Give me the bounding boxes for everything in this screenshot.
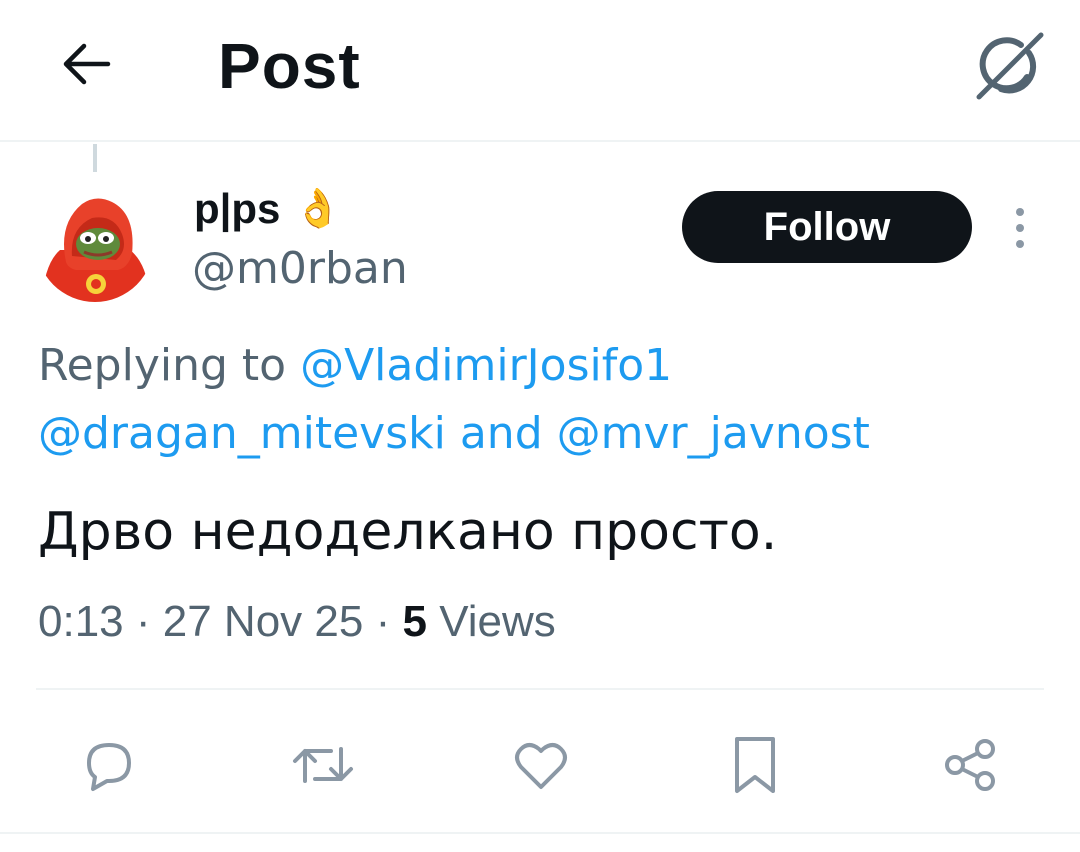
like-button[interactable] xyxy=(496,720,586,810)
thread-connector-line xyxy=(93,144,97,172)
mention-link[interactable]: @dragan_mitevski xyxy=(38,408,446,459)
back-button[interactable] xyxy=(48,26,124,102)
mention-link[interactable]: @mvr_javnost xyxy=(557,408,870,459)
more-dot-icon xyxy=(1016,224,1024,232)
divider xyxy=(36,688,1044,690)
views-label: Views xyxy=(439,597,556,646)
reply-button[interactable] xyxy=(64,720,154,810)
reply-icon xyxy=(87,743,131,791)
arrow-left-icon xyxy=(63,43,111,85)
page-title: Post xyxy=(218,30,361,102)
post-text: Дрво недоделкано просто. xyxy=(38,502,778,562)
meta-separator: · xyxy=(375,597,391,646)
mention-conjunction[interactable]: and xyxy=(460,408,543,459)
share-button[interactable] xyxy=(926,720,1016,810)
meta-separator: · xyxy=(135,597,151,646)
more-options-button[interactable] xyxy=(1000,200,1040,256)
ok-hand-emoji: 👌 xyxy=(294,188,342,230)
grok-button[interactable] xyxy=(964,20,1054,110)
repost-button[interactable] xyxy=(278,720,368,810)
replying-prefix: Replying to xyxy=(38,340,287,391)
post-metadata: 0:13 · 27 Nov 25 · 5 Views xyxy=(38,594,556,650)
more-dot-icon xyxy=(1016,240,1024,248)
post-date[interactable]: 27 Nov 25 xyxy=(163,597,364,646)
bottom-divider xyxy=(0,832,1080,834)
bookmark-icon xyxy=(735,737,775,793)
replying-to-line: Replying to @VladimirJosifo1 @dragan_mit… xyxy=(38,332,1048,468)
views-count: 5 xyxy=(402,597,427,646)
action-bar xyxy=(0,720,1080,810)
more-dot-icon xyxy=(1016,208,1024,216)
avatar[interactable] xyxy=(36,184,154,302)
post-time[interactable]: 0:13 xyxy=(38,597,124,646)
author-display-name[interactable]: p|ps 👌 xyxy=(194,184,342,234)
mention-link[interactable]: @VladimirJosifo1 xyxy=(300,340,672,391)
top-bar: Post xyxy=(0,0,1080,142)
display-name-text: p|ps xyxy=(194,185,281,232)
author-handle[interactable]: @m0rban xyxy=(192,242,408,296)
share-icon xyxy=(945,739,995,791)
like-icon xyxy=(515,743,567,789)
bookmark-button[interactable] xyxy=(710,720,800,810)
pepe-hoodie-avatar-image xyxy=(36,184,154,302)
grok-icon xyxy=(976,32,1044,100)
repost-icon xyxy=(293,747,353,783)
follow-button[interactable]: Follow xyxy=(682,191,972,263)
